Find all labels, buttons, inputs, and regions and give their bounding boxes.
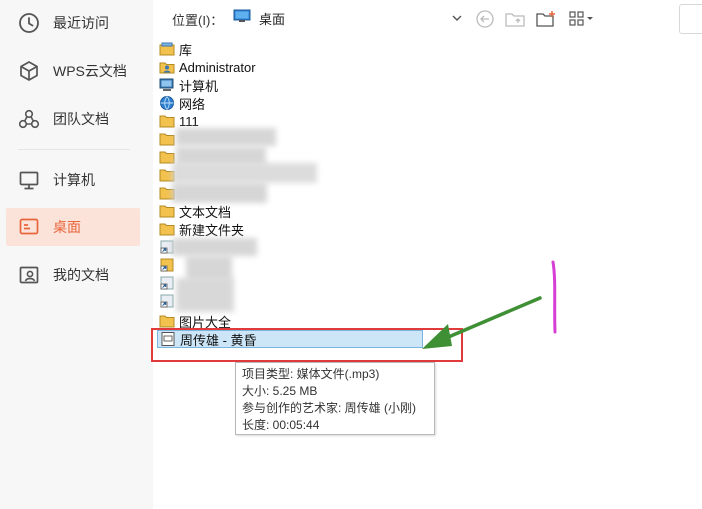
user-folder-icon [159, 59, 175, 75]
file-name: 111 [179, 113, 199, 129]
sidebar-item-computer[interactable]: 计算机 [6, 161, 140, 199]
list-item[interactable] [157, 256, 179, 274]
shortcut-icon [159, 275, 175, 291]
location-label: 位置(I)： [172, 13, 224, 28]
redacted-area [172, 163, 317, 183]
location-dropdown[interactable]: 桌面 [233, 6, 467, 30]
highlight-box [151, 328, 463, 362]
tooltip-size: 大小: 5.25 MB [242, 384, 318, 398]
redacted-area [176, 278, 234, 312]
sidebar-item-wps-cloud[interactable]: WPS云文档 [6, 52, 140, 90]
list-item[interactable]: 库 [157, 40, 192, 58]
sidebar: 最近访问 WPS云文档 团队文档 计算机 桌面 我的文档 [0, 0, 153, 509]
sidebar-item-label: 桌面 [53, 219, 81, 235]
folder-icon [159, 113, 175, 129]
shortcut-icon [159, 257, 175, 273]
sidebar-item-label: WPS云文档 [53, 63, 127, 79]
user-docs-icon [17, 263, 41, 287]
file-name: 文本文档 [179, 204, 232, 220]
network-icon [159, 95, 175, 111]
clock-icon [17, 11, 41, 35]
library-icon [159, 41, 175, 57]
redacted-area [186, 256, 232, 280]
magenta-mark [551, 260, 557, 334]
computer-icon [159, 77, 175, 93]
list-item[interactable]: Administrator [157, 58, 256, 76]
list-item[interactable]: 文本文档 [157, 202, 231, 220]
list-item[interactable]: 新建文件夹 [157, 220, 244, 238]
desktop-icon [17, 215, 41, 239]
location-value: 桌面 [259, 11, 286, 27]
redacted-area [176, 128, 276, 146]
list-item[interactable]: 网络 [157, 94, 205, 112]
sidebar-item-label: 最近访问 [53, 15, 109, 31]
view-menu-button[interactable] [567, 8, 597, 30]
up-folder-button[interactable] [503, 8, 527, 30]
folder-icon [159, 313, 175, 329]
list-item[interactable]: 计算机 [157, 76, 218, 94]
file-name: 网络 [179, 96, 206, 112]
folder-icon [159, 203, 175, 219]
desktop-folder-icon [233, 9, 251, 28]
team-icon [17, 107, 41, 131]
up-folder-icon [505, 13, 525, 27]
sidebar-item-label: 我的文档 [53, 267, 109, 283]
tooltip-type: 项目类型: 媒体文件(.mp3) [242, 367, 380, 381]
new-folder-button[interactable] [534, 8, 558, 30]
tooltip-length: 长度: 00:05:44 [242, 418, 320, 432]
sidebar-item-team-docs[interactable]: 团队文档 [6, 100, 140, 138]
chevron-down-icon [451, 11, 463, 29]
tooltip-artist: 参与创作的艺术家: 周传雄 (小刚) [242, 401, 416, 415]
back-button[interactable] [474, 8, 496, 30]
sidebar-item-my-docs[interactable]: 我的文档 [6, 256, 140, 294]
redacted-area [172, 183, 267, 203]
new-folder-icon [536, 11, 555, 27]
sidebar-item-label: 团队文档 [53, 111, 109, 127]
redacted-area [172, 238, 257, 256]
file-info-tooltip: 项目类型: 媒体文件(.mp3) 大小: 5.25 MB 参与创作的艺术家: 周… [235, 362, 435, 435]
sidebar-item-desktop[interactable]: 桌面 [6, 208, 140, 246]
file-name: 新建文件夹 [179, 222, 245, 238]
monitor-icon [17, 168, 41, 192]
sidebar-item-recent[interactable]: 最近访问 [6, 4, 140, 42]
file-name: 库 [179, 42, 193, 58]
back-arrow-icon [476, 10, 494, 28]
file-name: 计算机 [179, 78, 219, 94]
shortcut-icon [159, 293, 175, 309]
folder-icon [159, 131, 175, 147]
search-box[interactable] [679, 4, 702, 34]
folder-icon [159, 221, 175, 237]
file-name: Administrator [179, 59, 256, 75]
grid-view-icon [569, 11, 593, 26]
cloud-cube-icon [17, 59, 41, 83]
sidebar-item-label: 计算机 [53, 172, 95, 188]
sidebar-divider [18, 149, 130, 150]
